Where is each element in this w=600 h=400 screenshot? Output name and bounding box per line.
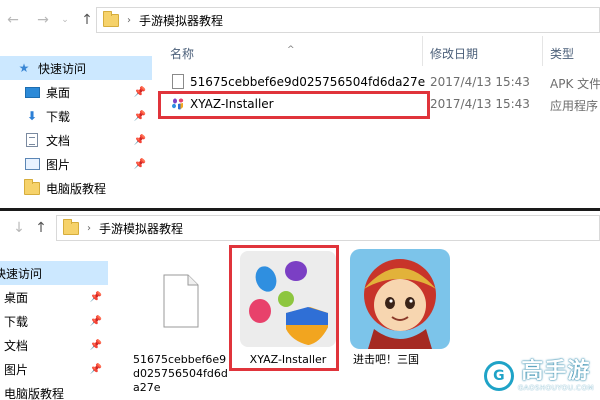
- sidebar-item-documents[interactable]: 文档 📌: [0, 128, 152, 152]
- file-date: 2017/4/13 15:43: [430, 97, 530, 111]
- sidebar-item-desktop[interactable]: 桌面 📌: [0, 80, 152, 104]
- sidebar-item-quick-access[interactable]: ★ 快速访问: [0, 56, 152, 80]
- star-icon: ★: [18, 61, 30, 75]
- pin-icon[interactable]: 📌: [134, 135, 146, 146]
- breadcrumb-folder[interactable]: 手游模拟器教程: [99, 220, 183, 237]
- explorer-window-details: ← → ⌄ ↑ › 手游模拟器教程 ★ 快速访问 桌面 📌 ⬇ 下载 📌 文档 …: [0, 0, 600, 208]
- breadcrumb-separator-icon: ›: [87, 222, 91, 234]
- sidebar-item-desktop[interactable]: 桌面 📌: [0, 285, 108, 309]
- up-arrow-icon[interactable]: ↑: [30, 217, 52, 239]
- sidebar-item-label: 图片: [4, 362, 29, 377]
- sidebar-item-label: 图片: [46, 157, 71, 172]
- back-arrow-icon[interactable]: ←: [2, 9, 24, 31]
- sidebar-item-label: 桌面: [46, 85, 71, 100]
- document-icon: [26, 133, 38, 147]
- navigation-pane: ★ 快速访问 桌面 📌 ⬇ 下载 📌 文档 📌 图片 📌 电脑版教程: [0, 56, 152, 200]
- sidebar-item-pc-tutorial[interactable]: 电脑版教程: [0, 381, 108, 400]
- file-type: APK 文件: [550, 77, 600, 91]
- file-date: 2017/4/13 15:43: [430, 75, 530, 89]
- sidebar-item-pc-tutorial[interactable]: 电脑版教程: [0, 176, 152, 200]
- pin-icon[interactable]: 📌: [90, 292, 102, 303]
- highlight-box: [229, 245, 339, 371]
- recent-locations-icon[interactable]: ↓: [8, 217, 30, 239]
- column-header-name[interactable]: 名称: [170, 45, 194, 62]
- game-app-icon: [350, 249, 450, 349]
- address-bar[interactable]: › 手游模拟器教程: [56, 215, 600, 241]
- blank-file-icon: [163, 274, 199, 328]
- address-bar-row: ↓ ↑ › 手游模拟器教程: [0, 211, 600, 245]
- pin-icon[interactable]: 📌: [134, 159, 146, 170]
- download-icon: ⬇: [26, 109, 38, 123]
- pin-icon[interactable]: 📌: [90, 340, 102, 351]
- up-arrow-icon[interactable]: ↑: [76, 9, 98, 31]
- sidebar-item-label: 电脑版教程: [4, 386, 65, 400]
- pin-icon[interactable]: 📌: [134, 111, 146, 122]
- explorer-window-icons: ↓ ↑ › 手游模拟器教程 快速访问 桌面 📌 下载 📌 文档 📌 图片 📌 电…: [0, 208, 600, 400]
- sidebar-item-label: 桌面: [4, 290, 29, 305]
- sidebar-item-label: 电脑版教程: [46, 181, 107, 196]
- sidebar-item-label: 文档: [4, 338, 29, 353]
- file-tile-label: 51675cebbef6e9d025756504fd6da27e: [133, 353, 228, 394]
- pin-icon[interactable]: 📌: [90, 316, 102, 327]
- highlight-box: [158, 91, 430, 119]
- desktop-icon: [24, 86, 40, 98]
- forward-arrow-icon[interactable]: →: [32, 9, 54, 31]
- file-type: 应用程序: [550, 99, 599, 113]
- sidebar-item-label: 快速访问: [38, 61, 87, 76]
- file-icon: [172, 74, 184, 89]
- column-header-type[interactable]: 类型: [550, 45, 574, 62]
- column-header-row: ^ 名称 修改日期 类型: [160, 36, 600, 66]
- folder-icon: [103, 10, 119, 27]
- pictures-icon: [24, 158, 40, 170]
- address-bar-row: ← → ⌄ ↑ › 手游模拟器教程: [0, 3, 600, 37]
- column-divider[interactable]: [422, 36, 423, 66]
- gaoshouyou-logo-icon: G: [483, 361, 514, 391]
- column-header-date[interactable]: 修改日期: [430, 45, 478, 62]
- sidebar-item-label: 快速访问: [0, 266, 43, 281]
- sidebar-item-label: 下载: [46, 109, 71, 124]
- recent-locations-icon[interactable]: ⌄: [54, 9, 76, 31]
- watermark-url: GAOSHOUYOU.COM: [517, 384, 594, 392]
- pin-icon[interactable]: 📌: [134, 87, 146, 98]
- sidebar-item-quick-access[interactable]: 快速访问: [0, 261, 108, 285]
- sidebar-item-downloads[interactable]: 下载 📌: [0, 309, 108, 333]
- folder-icon: [24, 178, 40, 195]
- file-tile-label: 进击吧！三国: [353, 353, 419, 366]
- breadcrumb-separator-icon: ›: [127, 14, 131, 26]
- column-divider[interactable]: [542, 36, 543, 66]
- pin-icon[interactable]: 📌: [90, 364, 102, 375]
- address-bar[interactable]: › 手游模拟器教程: [96, 7, 600, 33]
- site-watermark: G 高手游 GAOSHOUYOU.COM: [483, 359, 594, 392]
- sidebar-item-label: 文档: [46, 133, 71, 148]
- watermark-brand: 高手游: [521, 359, 591, 384]
- sidebar-item-documents[interactable]: 文档 📌: [0, 333, 108, 357]
- sidebar-item-pictures[interactable]: 图片 📌: [0, 357, 108, 381]
- file-name: 51675cebbef6e9d025756504fd6da27e: [190, 75, 426, 89]
- breadcrumb-folder[interactable]: 手游模拟器教程: [139, 12, 223, 29]
- sidebar-item-label: 下载: [4, 314, 29, 329]
- navigation-pane: 快速访问 桌面 📌 下载 📌 文档 📌 图片 📌 电脑版教程: [0, 261, 108, 400]
- sidebar-item-downloads[interactable]: ⬇ 下载 📌: [0, 104, 152, 128]
- sidebar-item-pictures[interactable]: 图片 📌: [0, 152, 152, 176]
- folder-icon: [63, 218, 79, 235]
- sort-ascending-icon: ^: [287, 45, 295, 55]
